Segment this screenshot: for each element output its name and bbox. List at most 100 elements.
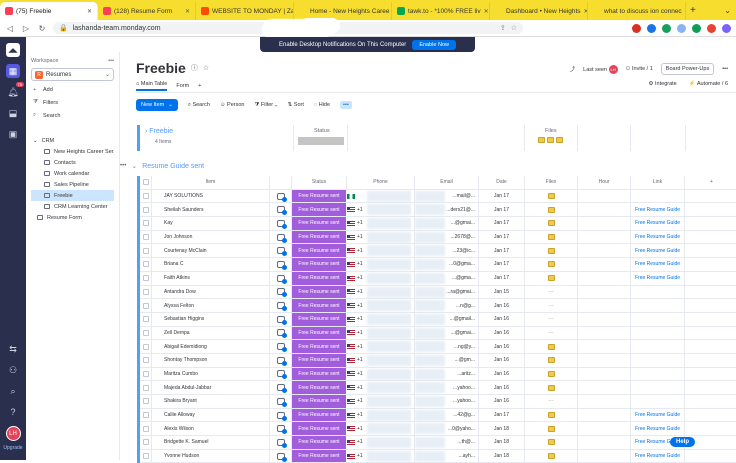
sidebar-item-board[interactable]: CRM Learning Center	[31, 201, 114, 212]
status-label[interactable]: Free Resume sent	[292, 326, 347, 340]
column-header-status[interactable]: Status	[292, 176, 347, 189]
updates-icon[interactable]	[276, 219, 287, 229]
updates-icon[interactable]	[276, 247, 287, 257]
email-value[interactable]: ...ng@y...	[454, 344, 475, 350]
link-value[interactable]: Free Resume Guide	[635, 248, 680, 254]
chevron-down-icon[interactable]: ⌄	[131, 162, 137, 170]
status-label[interactable]: Free Resume sent	[292, 353, 347, 367]
date-cell[interactable]: Jan 18	[479, 436, 525, 449]
link-value[interactable]: Free Resume Guide	[635, 453, 680, 459]
help-icon[interactable]: ?	[6, 405, 20, 419]
email-value[interactable]: ...n@g...	[456, 303, 475, 309]
file-icon[interactable]	[547, 206, 555, 213]
updates-icon[interactable]	[276, 370, 287, 380]
group-title[interactable]: › Freebie	[145, 128, 173, 135]
hide-button[interactable]: ◌ Hide	[314, 102, 330, 108]
status-label[interactable]: Free Resume sent	[292, 312, 347, 326]
row-checkbox[interactable]	[142, 370, 149, 377]
empty-files[interactable]: ---	[549, 330, 554, 336]
column-header-link[interactable]: Link	[631, 176, 685, 189]
item-name[interactable]: Alexis Wilson	[152, 422, 270, 436]
file-icon[interactable]	[547, 453, 555, 460]
item-name[interactable]: Alyssa Felton	[152, 299, 270, 312]
file-icon[interactable]	[547, 220, 555, 227]
more-icon[interactable]: •••	[722, 66, 728, 72]
file-icon[interactable]	[547, 275, 555, 282]
updates-icon[interactable]	[276, 233, 287, 243]
help-button[interactable]: Help	[670, 437, 696, 447]
status-label[interactable]: Free Resume sent	[292, 189, 347, 203]
item-name[interactable]: Callie Alloway	[152, 408, 270, 422]
extension-icon[interactable]	[677, 23, 686, 33]
item-name[interactable]: Faith Atkins	[152, 271, 270, 285]
table-row[interactable]: Faith Atkins Free Resume sent +1 ...@gma...…	[140, 271, 736, 286]
empty-files[interactable]: ---	[549, 316, 554, 322]
table-row[interactable]: Majeda Abdul-Jabbar Free Resume sent +1...…	[140, 381, 736, 395]
add-action[interactable]: + Add	[31, 87, 114, 93]
search-button[interactable]: ⌕ Search	[188, 102, 210, 109]
item-name[interactable]: Antandra Dow	[152, 285, 270, 299]
row-checkbox[interactable]	[142, 261, 149, 268]
email-value[interactable]: ...2678@...	[450, 234, 475, 240]
empty-files[interactable]: ---	[549, 303, 554, 309]
table-row[interactable]: Antandra Dow Free Resume sent +1 ...ra@gmai…	[140, 285, 736, 300]
table-row[interactable]: Alyssa Felton Free Resume sent +1 ...n@g...…	[140, 299, 736, 313]
table-row[interactable]: Yvonne Hudson Free Resume sent +1 ...ayh...…	[140, 449, 736, 463]
integrations-icon[interactable]: ⇆	[6, 342, 20, 356]
item-name[interactable]: Yvonne Hudson	[152, 449, 270, 463]
date-cell[interactable]: Jan 16	[479, 367, 525, 381]
email-value[interactable]: ...ders21@...	[446, 207, 475, 213]
status-label[interactable]: Free Resume sent	[292, 203, 347, 217]
browser-tab[interactable]: (75) Freebie ✕	[0, 2, 98, 20]
notifications-bell-icon[interactable]: 🔔︎ 75	[6, 82, 24, 99]
updates-icon[interactable]	[276, 274, 287, 284]
file-icon[interactable]	[547, 357, 555, 364]
row-checkbox[interactable]	[142, 357, 149, 364]
table-row[interactable]: Courtenay McClain Free Resume sent +1 ...23…	[140, 244, 736, 259]
back-icon[interactable]: ◁	[5, 24, 15, 33]
updates-icon[interactable]	[276, 411, 287, 421]
table-row[interactable]: JAY SOLUTIONS Free Resume sent ...mail@...…	[140, 189, 736, 204]
browser-tab[interactable]: WEBSITE TO MONDAY | Za✕	[196, 2, 294, 20]
apps-grid-icon[interactable]: ▦	[6, 64, 20, 78]
status-label[interactable]: Free Resume sent	[292, 340, 347, 353]
table-row[interactable]: Alexis Wilson Free Resume sent +1 ...0@yaho…	[140, 422, 736, 437]
star-icon[interactable]: ☆	[203, 64, 209, 72]
column-header-hour[interactable]: Hour	[578, 176, 631, 189]
date-cell[interactable]: Jan 15	[479, 285, 525, 299]
link-value[interactable]: Free Resume Guide	[635, 207, 680, 213]
item-name[interactable]: Kay	[152, 217, 270, 230]
row-checkbox[interactable]	[142, 412, 149, 419]
table-row[interactable]: Callie Alloway Free Resume sent +1 ...42@g.…	[140, 408, 736, 423]
link-value[interactable]: Free Resume Guide	[635, 426, 680, 432]
file-icon[interactable]	[547, 247, 555, 254]
updates-icon[interactable]	[276, 438, 287, 448]
table-row[interactable]: Kay Free Resume sent +1 ...@gmai... Jan 17 Fr…	[140, 217, 736, 231]
item-name[interactable]: Bridgette K. Samuel	[152, 436, 270, 449]
column-header-files[interactable]: Files	[525, 176, 578, 189]
info-icon[interactable]: ⓘ	[191, 63, 198, 73]
item-name[interactable]: Majeda Abdul-Jabbar	[152, 381, 270, 394]
updates-icon[interactable]	[276, 356, 287, 366]
table-row[interactable]: Briana C Free Resume sent +1 ...0@gma... Jan…	[140, 258, 736, 272]
email-value[interactable]: ...@gm...	[455, 357, 475, 363]
add-view-icon[interactable]: +	[198, 83, 201, 89]
date-cell[interactable]: Jan 16	[479, 395, 525, 408]
link-value[interactable]: Free Resume Guide	[635, 261, 680, 267]
date-cell[interactable]: Jan 17	[479, 203, 525, 217]
email-value[interactable]: ...@gmail...	[450, 316, 475, 322]
email-value[interactable]: ...mail@...	[452, 193, 475, 199]
updates-icon[interactable]	[276, 384, 287, 394]
date-cell[interactable]: Jan 18	[479, 449, 525, 463]
row-checkbox[interactable]	[142, 453, 149, 460]
updates-icon[interactable]	[276, 302, 287, 312]
close-icon[interactable]: ✕	[87, 8, 92, 15]
share-icon[interactable]: ⇪	[500, 24, 506, 32]
browser-tab[interactable]: Dashboard • New Heights✕	[490, 2, 588, 20]
email-value[interactable]: ...th@...	[457, 439, 475, 445]
sidebar-item-board[interactable]: Contacts	[31, 157, 114, 168]
email-value[interactable]: ...0@yaho...	[448, 426, 475, 432]
status-label[interactable]: Free Resume sent	[292, 299, 347, 312]
forward-icon[interactable]: ▷	[21, 24, 31, 33]
add-column-button[interactable]: +	[685, 176, 736, 189]
